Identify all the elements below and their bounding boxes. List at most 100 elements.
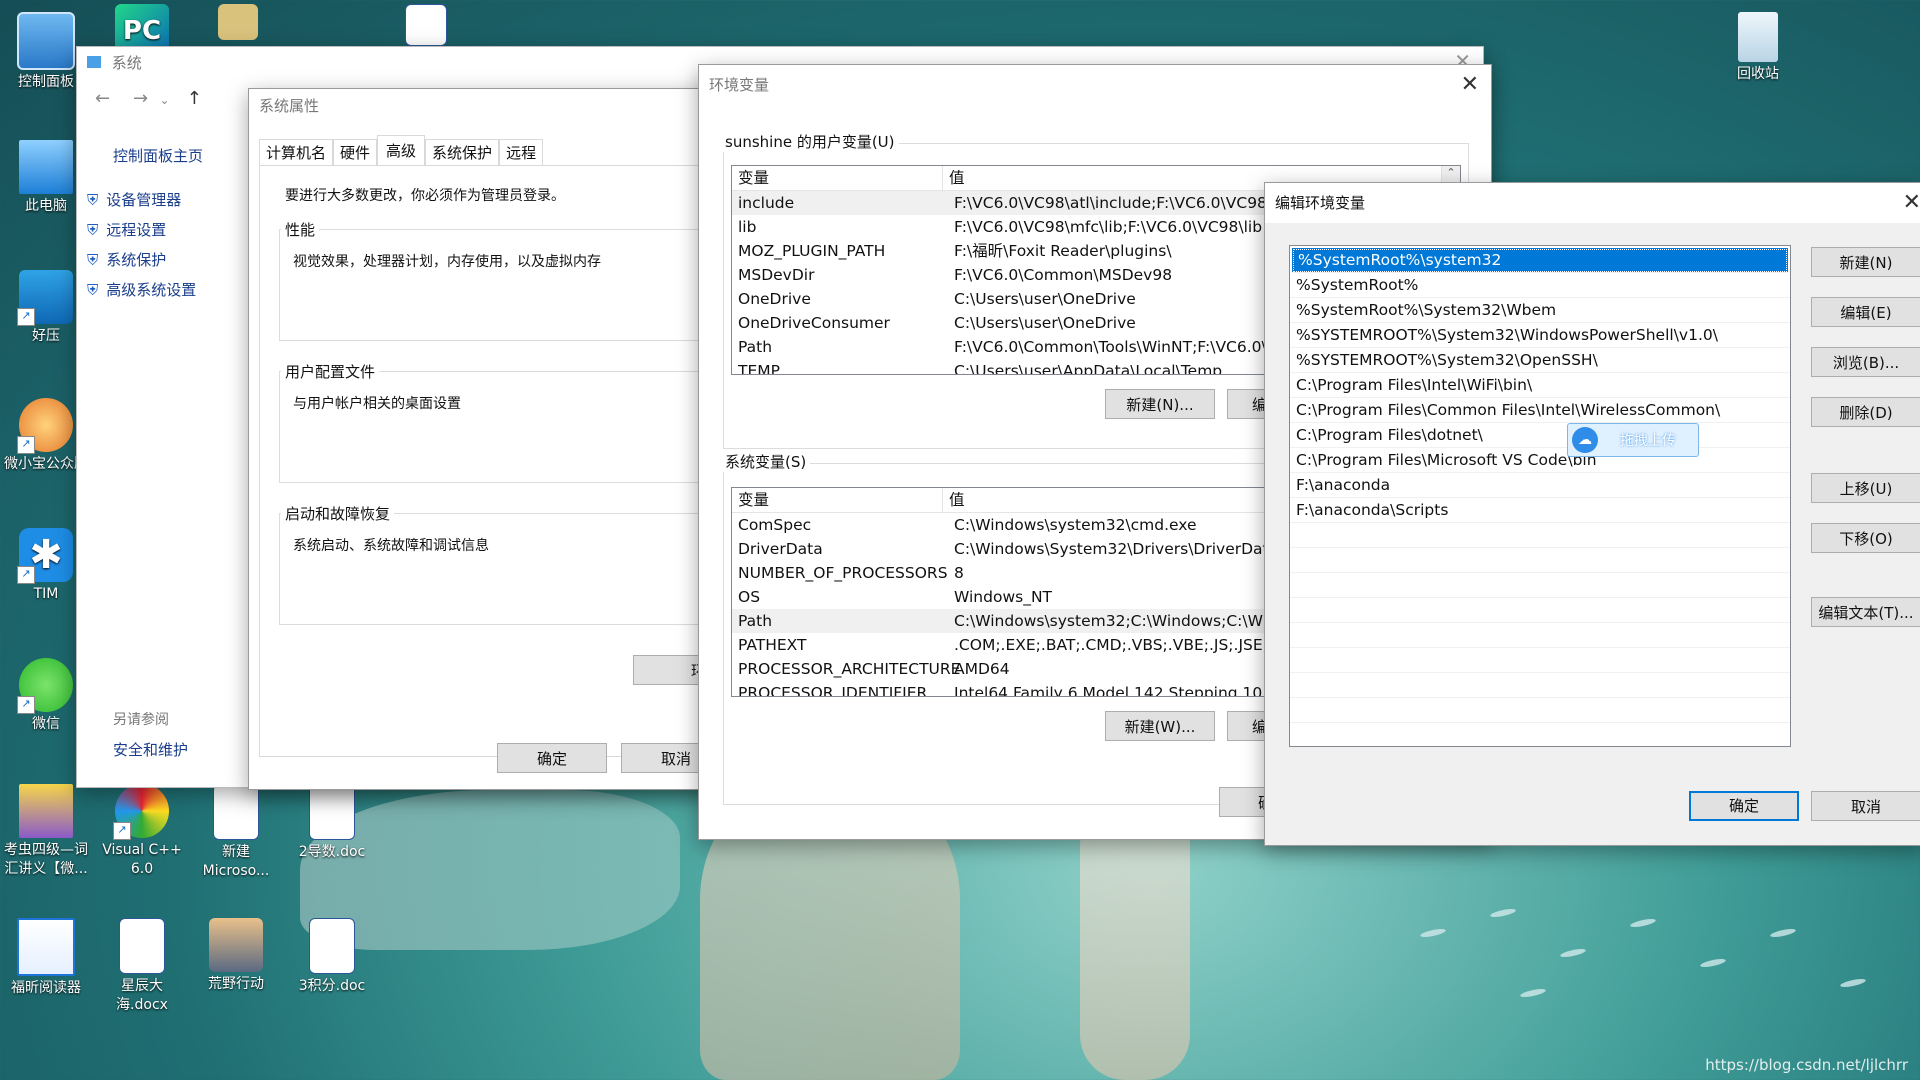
dialog-title: 环境变量	[709, 76, 770, 94]
tab-computer-name[interactable]: 计算机名	[259, 139, 334, 166]
performance-desc: 视觉效果，处理器计划，内存使用，以及虚拟内存	[293, 254, 601, 270]
desktop-icon-vc6[interactable]: ↗ Visual C++ 6.0	[100, 784, 184, 879]
var-value: F:\VC6.0\Common\Tools\WinNT;F:\VC6.0\C	[954, 338, 1278, 356]
tab-hardware[interactable]: 硬件	[333, 139, 378, 166]
cancel-button[interactable]: 取消	[1811, 791, 1920, 821]
system-new-button[interactable]: 新建(W)...	[1105, 711, 1215, 741]
close-icon[interactable]: ✕	[1461, 65, 1479, 105]
see-also-heading: 另请参阅	[113, 712, 169, 728]
desktop-icon-new-word[interactable]: 新建 Microso...	[194, 784, 278, 881]
control-panel-icon	[17, 12, 75, 70]
edit-button[interactable]: 编辑(E)	[1811, 297, 1920, 327]
ok-button[interactable]: 确定	[1689, 791, 1799, 821]
shield-icon: ⛨	[87, 281, 99, 299]
close-icon[interactable]: ✕	[1903, 183, 1920, 223]
var-value: 8	[954, 564, 964, 582]
dialog-title-bar: 系统属性	[249, 89, 709, 123]
desktop-icon-kaochong[interactable]: 考虫四级—词汇讲义【微...	[2, 784, 90, 879]
desktop-icon-label: 3积分.doc	[298, 978, 366, 994]
delete-button[interactable]: 删除(D)	[1811, 397, 1920, 427]
var-value: F:\VC6.0\Common\MSDev98	[954, 266, 1173, 284]
tab-advanced[interactable]: 高级	[377, 135, 426, 165]
edit-environment-variable-dialog: 编辑环境变量 ✕ %SystemRoot%\system32 %SystemRo…	[1264, 182, 1920, 846]
watermark: https://blog.csdn.net/ljlchrr	[1705, 1056, 1908, 1074]
back-arrow-icon[interactable]: ←	[95, 88, 110, 109]
browse-button[interactable]: 浏览(B)...	[1811, 347, 1920, 377]
scroll-up-icon[interactable]: ⌃	[1442, 166, 1460, 179]
desktop-icon-recycle-bin[interactable]: 回收站	[1716, 12, 1800, 84]
var-value: AMD64	[954, 660, 1010, 678]
foxit-icon	[17, 918, 75, 976]
list-item[interactable]: %SYSTEMROOT%\System32\WindowsPowerShell\…	[1290, 323, 1790, 348]
path-entries-list[interactable]: %SystemRoot%\system32 %SystemRoot% %Syst…	[1289, 245, 1791, 747]
profile-group	[279, 371, 711, 483]
see-also-link[interactable]: 安全和维护	[113, 739, 188, 760]
system-icon	[87, 56, 101, 68]
archive-icon: ↗	[17, 270, 73, 326]
list-item[interactable]: %SYSTEMROOT%\System32\OpenSSH\	[1290, 348, 1790, 373]
performance-label: 性能	[281, 219, 320, 240]
list-item[interactable]: C:\Program Files\dotnet\	[1290, 423, 1790, 448]
desktop-icon-label: 回收站	[1737, 66, 1779, 82]
list-item[interactable]: C:\Program Files\Intel\WiFi\bin\	[1290, 373, 1790, 398]
list-item-empty	[1290, 673, 1790, 698]
user-vars-label: sunshine 的用户变量(U)	[721, 131, 899, 152]
move-up-button[interactable]: 上移(U)	[1811, 473, 1920, 503]
sidebar-item-protection[interactable]: ⛨ 系统保护	[87, 249, 196, 279]
var-name: DriverData	[738, 540, 823, 558]
new-button[interactable]: 新建(N)	[1811, 247, 1920, 277]
word-doc-icon	[119, 918, 165, 974]
desktop-icon-label: 2导数.doc	[298, 844, 366, 860]
desktop-icon-huangye[interactable]: 荒野行动	[194, 918, 278, 994]
list-item[interactable]: C:\Program Files\Microsoft VS Code\bin	[1290, 448, 1790, 473]
nav-home-link[interactable]: 控制面板主页	[113, 145, 203, 166]
list-item[interactable]: %SystemRoot%\system32	[1292, 248, 1788, 273]
user-new-button[interactable]: 新建(N)...	[1105, 389, 1215, 419]
forward-arrow-icon[interactable]: →	[133, 88, 148, 109]
desktop-icon-label: 星辰大海.docx	[116, 978, 168, 1013]
move-down-button[interactable]: 下移(O)	[1811, 523, 1920, 553]
desktop-icon-label: 微信	[32, 716, 60, 732]
desktop-icon-label: 控制面板	[18, 74, 74, 90]
list-item-empty	[1290, 523, 1790, 548]
list-item[interactable]: %SystemRoot%\System32\Wbem	[1290, 298, 1790, 323]
startup-group	[279, 513, 711, 625]
sidebar-item-device-manager[interactable]: ⛨ 设备管理器	[87, 189, 196, 219]
profile-desc: 与用户帐户相关的桌面设置	[293, 396, 461, 412]
up-arrow-icon[interactable]: ↑	[187, 88, 202, 109]
sidebar-item-label: 设备管理器	[106, 191, 182, 209]
tab-system-protection[interactable]: 系统保护	[425, 139, 500, 166]
desktop-icon-label: 新建 Microso...	[202, 844, 270, 879]
list-item[interactable]: %SystemRoot%	[1290, 273, 1790, 298]
desktop-icon-folder[interactable]	[196, 4, 280, 43]
desktop-icon-3jifen[interactable]: 3积分.doc	[290, 918, 374, 996]
edit-text-button[interactable]: 编辑文本(T)...	[1811, 597, 1920, 627]
list-item[interactable]: F:\anaconda\Scripts	[1290, 498, 1790, 523]
desktop-icon-word[interactable]	[384, 4, 468, 49]
upload-tooltip[interactable]: ☁ 拖拽上传	[1567, 423, 1699, 457]
chevron-down-icon[interactable]: ⌄	[160, 93, 170, 107]
var-value: Windows_NT	[954, 588, 1053, 606]
list-item-empty	[1290, 573, 1790, 598]
desktop-icon-2daoshu[interactable]: 2导数.doc	[290, 784, 374, 862]
ok-button[interactable]: 确定	[497, 743, 607, 773]
sidebar-item-advanced[interactable]: ⛨ 高级系统设置	[87, 279, 196, 309]
var-value: C:\Windows\System32\Drivers\DriverData	[954, 540, 1279, 558]
list-item[interactable]: F:\anaconda	[1290, 473, 1790, 498]
var-value: F:\VC6.0\VC98\atl\include;F:\VC6.0\VC98\…	[954, 194, 1288, 212]
column-header-variable[interactable]: 变量	[738, 488, 769, 512]
column-header-variable[interactable]: 变量	[738, 166, 769, 190]
word-doc-icon	[309, 784, 355, 840]
column-header-value[interactable]: 值	[942, 166, 965, 190]
var-name: Path	[738, 612, 773, 630]
shortcut-arrow-icon: ↗	[17, 696, 35, 714]
sidebar-item-remote[interactable]: ⛨ 远程设置	[87, 219, 196, 249]
desktop-icon-label: Visual C++ 6.0	[102, 842, 182, 877]
cloud-icon: ☁	[1572, 427, 1598, 453]
desktop-icon-xingchen[interactable]: 星辰大海.docx	[100, 918, 184, 1015]
shield-icon: ⛨	[87, 251, 99, 269]
list-item[interactable]: C:\Program Files\Common Files\Intel\Wire…	[1290, 398, 1790, 423]
column-header-value[interactable]: 值	[942, 488, 965, 512]
desktop-icon-foxit[interactable]: 福昕阅读器	[4, 918, 88, 998]
tab-remote[interactable]: 远程	[499, 139, 544, 166]
